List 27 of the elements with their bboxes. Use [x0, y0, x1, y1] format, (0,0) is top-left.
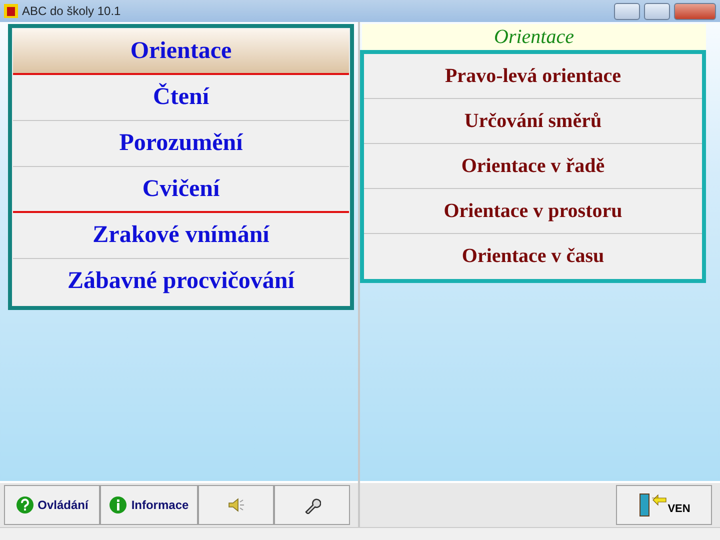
close-button[interactable] [674, 2, 716, 20]
exercise-item[interactable]: Orientace v řadě [364, 144, 702, 189]
app-icon [4, 4, 18, 18]
exercise-item[interactable]: Pravo-levá orientace [364, 54, 702, 99]
window-title: ABC do školy 10.1 [22, 3, 121, 20]
door-arrow-icon [638, 492, 668, 518]
exercise-item[interactable]: Určování směrů [364, 99, 702, 144]
exit-button[interactable]: VEN [616, 485, 712, 525]
info-button[interactable]: Informace [100, 485, 198, 525]
category-item[interactable]: Cvičení [13, 167, 349, 213]
category-item[interactable]: Zábavné procvičování [13, 259, 349, 305]
category-item[interactable]: Porozumění [13, 121, 349, 167]
speaker-icon [227, 496, 245, 514]
category-item[interactable]: Orientace [13, 29, 349, 75]
exercise-item[interactable]: Orientace v prostoru [364, 189, 702, 234]
category-item[interactable]: Čtení [13, 75, 349, 121]
wrench-icon [303, 496, 321, 514]
minimize-button[interactable] [614, 2, 640, 20]
section-heading: Orientace [362, 24, 706, 50]
info-icon [109, 496, 128, 514]
sound-button[interactable] [198, 485, 274, 525]
exercise-item[interactable]: Orientace v času [364, 234, 702, 279]
maximize-button[interactable] [644, 2, 670, 20]
category-item[interactable]: Zrakové vnímání [13, 213, 349, 259]
help-icon [16, 496, 34, 514]
help-button[interactable]: Ovládání [4, 485, 100, 525]
settings-button[interactable] [274, 485, 350, 525]
